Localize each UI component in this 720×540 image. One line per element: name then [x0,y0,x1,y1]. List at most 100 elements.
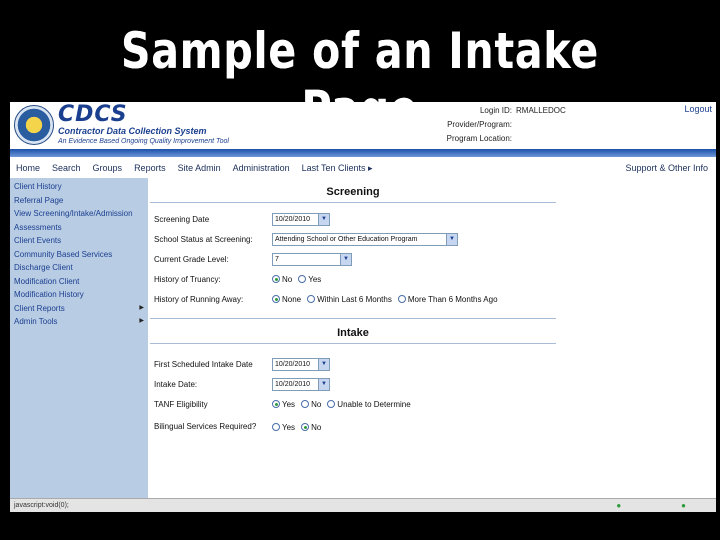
grade-level-label: Current Grade Level: [154,254,229,264]
sidebar-item-admin-tools[interactable]: Admin Tools ▶ [10,315,148,329]
first-intake-value: 10/20/2010 [275,360,311,368]
running-none-radio[interactable]: None [272,295,301,304]
nav-reports[interactable]: Reports [128,163,172,173]
sidebar-item-modification-client[interactable]: Modification Client [10,275,148,289]
tanf-label: TANF Eligibility [154,399,208,409]
radio-label: Unable to Determine [337,399,411,409]
radio-label: No [282,274,293,284]
truancy-yes-radio[interactable]: Yes [298,275,321,284]
sidebar-item-label: Modification History [14,290,84,299]
sidebar-item-client-events[interactable]: Client Events [10,234,148,248]
browser-status-bar: javascript:void(0); ● ● [10,498,716,512]
radio-selected-icon [272,295,280,303]
sidebar: Client History Referral Page View Screen… [10,178,148,512]
radio-icon [327,400,336,408]
chevron-down-icon: ▼ [318,358,329,370]
intake-date-select[interactable]: 10/20/2010 ▼ [272,377,330,391]
location-label: Program Location: [446,134,512,143]
radio-icon [301,400,310,408]
bilingual-yes-radio[interactable]: Yes [272,423,295,432]
bilingual-row: Bilingual Services Required? Yes No [150,414,556,440]
provider-label: Provider/Program: [447,120,512,129]
radio-label: Yes [282,422,296,432]
chevron-down-icon: ▼ [446,233,457,245]
radio-selected-icon [301,423,310,431]
chevron-down-icon: ▼ [318,213,329,225]
grade-level-select[interactable]: 7 ▼ [272,252,352,266]
app-header: CDCS Contractor Data Collection System A… [10,102,716,150]
login-label: Login ID: [479,106,512,115]
sidebar-item-client-history[interactable]: Client History [10,180,148,194]
nav-submenu-arrow-icon: ▸ [368,162,373,173]
sidebar-item-label: Discharge Client [14,263,73,272]
logo-main: CDCS [58,102,128,127]
nav-groups[interactable]: Groups [87,163,129,173]
intake-date-label: Intake Date: [154,379,198,389]
sidebar-item-view-screening[interactable]: View Screening/Intake/Admission [10,207,148,221]
nav-administration[interactable]: Administration [227,163,296,173]
main-form: Screening Screening Date 10/20/2010 ▼ Sch… [150,178,556,512]
sidebar-item-community-services[interactable]: Community Based Services [10,248,148,262]
running-over-6-radio[interactable]: More Than 6 Months Ago [397,294,498,304]
sidebar-item-client-reports[interactable]: Client Reports ▶ [10,302,148,316]
sidebar-item-label: Assessments [14,222,62,232]
sidebar-item-modification-history[interactable]: Modification History [10,288,148,302]
screening-date-select[interactable]: 10/20/2010 ▼ [272,212,330,226]
browser-screen: CDCS Contractor Data Collection System A… [10,102,716,512]
radio-label: Yes [308,274,322,284]
cdcs-seal-icon [14,105,54,145]
sidebar-item-assessments[interactable]: Assessments [10,221,148,235]
logo-subtitle: Contractor Data Collection System [58,126,207,136]
logo: CDCS Contractor Data Collection System A… [58,104,229,146]
sidebar-item-discharge-client[interactable]: Discharge Client [10,261,148,275]
login-value: RMALLEDOC [516,106,566,115]
submenu-arrow-icon: ▶ [139,318,144,324]
first-intake-label: First Scheduled Intake Date [154,359,253,369]
login-info: Login ID: RMALLEDOC Provider/Program: Pro… [442,104,566,146]
nav-site-admin[interactable]: Site Admin [172,163,227,173]
radio-selected-icon [272,275,280,283]
logout-link[interactable]: Logout [684,104,712,114]
running-last-6-radio[interactable]: Within Last 6 Months [307,295,392,304]
header-divider [10,149,716,157]
logo-tagline: An Evidence Based Ongoing Quality Improv… [58,138,229,145]
first-intake-row: First Scheduled Intake Date 10/20/2010 ▼ [150,354,556,374]
school-status-row: School Status at Screening: Attending Sc… [150,229,556,249]
nav-bar: Home Search Groups Reports Site Admin Ad… [10,160,716,176]
truancy-no-radio[interactable]: No [272,275,292,284]
radio-icon [307,295,316,303]
tanf-unable-radio[interactable]: Unable to Determine [327,399,411,409]
school-status-value: Attending School or Other Education Prog… [275,235,418,243]
truancy-label: History of Truancy: [154,274,221,284]
sidebar-item-label: Admin Tools [14,317,58,326]
running-away-row: History of Running Away: None Within Las… [150,289,556,309]
sidebar-item-label: Modification Client [14,276,80,286]
screening-date-row: Screening Date 10/20/2010 ▼ [150,209,556,229]
nav-search[interactable]: Search [46,163,87,173]
sidebar-item-label: Community Based Services [14,249,113,259]
status-icons: ● ● [616,501,716,510]
nav-last-ten-clients[interactable]: Last Ten Clients ▸ [296,163,379,174]
tanf-row: TANF Eligibility Yes No Unable to Determ… [150,394,556,414]
school-status-label: School Status at Screening: [154,234,253,244]
zoom-icon: ● [681,501,686,510]
grade-level-row: Current Grade Level: 7 ▼ [150,249,556,269]
nav-support[interactable]: Support & Other Info [619,163,716,173]
radio-icon [397,295,406,303]
screening-heading: Screening [150,178,556,203]
school-status-select[interactable]: Attending School or Other Education Prog… [272,232,458,246]
bilingual-no-radio[interactable]: No [301,423,321,432]
sidebar-item-referral-page[interactable]: Referral Page [10,194,148,208]
internet-zone-icon: ● [616,501,622,510]
radio-label: No [311,399,322,409]
chevron-down-icon: ▼ [318,378,329,390]
nav-home[interactable]: Home [10,163,46,173]
radio-label: More Than 6 Months Ago [407,294,498,304]
first-intake-select[interactable]: 10/20/2010 ▼ [272,357,330,371]
tanf-yes-radio[interactable]: Yes [272,400,295,409]
tanf-no-radio[interactable]: No [301,400,321,409]
radio-selected-icon [272,400,280,408]
submenu-arrow-icon: ▶ [139,304,144,311]
screening-date-value: 10/20/2010 [275,215,311,223]
sidebar-item-label: Client History [14,182,62,191]
